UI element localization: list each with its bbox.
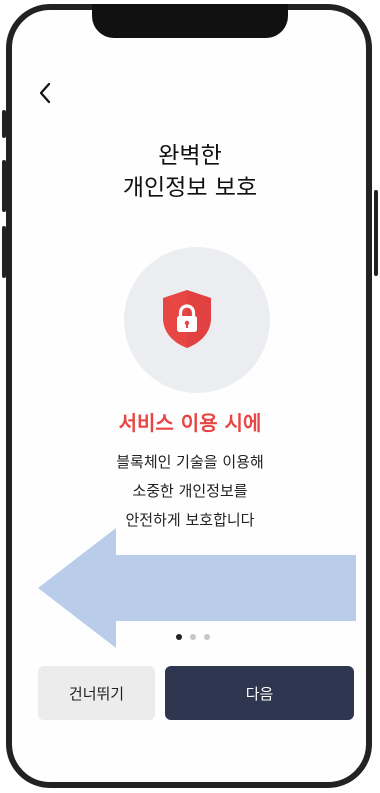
chevron-left-icon: [39, 82, 51, 104]
volume-down-button: [2, 226, 6, 278]
description-line-1: 블록체인 기술을 이용해: [116, 453, 264, 471]
next-button[interactable]: 다음: [165, 666, 354, 720]
notch: [92, 4, 288, 38]
page-dot-3: [204, 634, 210, 640]
shield-lock-icon: [163, 290, 211, 348]
highlight-subtitle: 서비스 이용 시에: [118, 411, 262, 435]
description-line-2: 소중한 개인정보를: [132, 482, 248, 500]
mute-switch: [2, 110, 6, 138]
back-button[interactable]: [30, 78, 60, 108]
page-indicator: [176, 634, 210, 640]
skip-button[interactable]: 건너뛰기: [38, 666, 155, 720]
page-title-line-2: 개인정보 보호: [122, 175, 258, 201]
arrow-left-icon: [38, 528, 356, 648]
page-dot-2: [190, 634, 196, 640]
page-title-line-1: 완벽한: [158, 143, 222, 169]
page-dot-1: [176, 634, 182, 640]
